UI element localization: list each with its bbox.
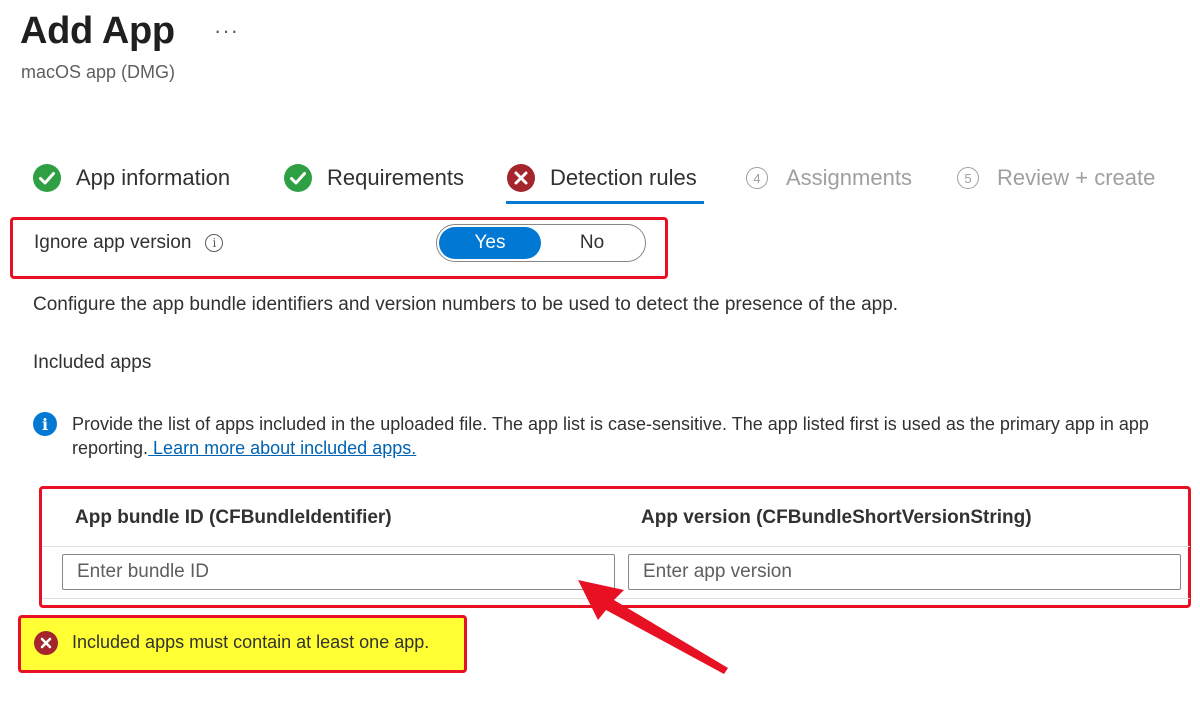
error-circle-icon [34, 631, 58, 655]
validation-error-message: Included apps must contain at least one … [72, 632, 430, 652]
checkmark-circle-icon [32, 163, 62, 193]
ignore-version-toggle[interactable]: Yes No [436, 224, 646, 262]
step-review-create[interactable]: 5 Review + create [953, 160, 1155, 196]
column-header-bundle-id: App bundle ID (CFBundleIdentifier) [75, 507, 392, 528]
page-subtitle: macOS app (DMG) [21, 62, 176, 82]
info-icon[interactable]: i [205, 234, 224, 252]
column-header-app-version: App version (CFBundleShortVersionString) [641, 507, 1032, 528]
step-detection-rules[interactable]: Detection rules [506, 160, 697, 196]
step-number-icon: 5 [953, 163, 983, 193]
step-label: Review + create [997, 165, 1156, 190]
step-requirements[interactable]: Requirements [283, 160, 464, 196]
step-assignments[interactable]: 4 Assignments [742, 160, 912, 196]
step-number-icon: 4 [742, 163, 772, 193]
step-label: Assignments [786, 165, 912, 190]
description-text: Configure the app bundle identifiers and… [33, 294, 899, 315]
step-app-information[interactable]: App information [32, 160, 230, 196]
included-apps-heading: Included apps [33, 352, 152, 373]
included-apps-info: Provide the list of apps included in the… [72, 414, 1149, 458]
bundle-id-input[interactable] [62, 554, 615, 590]
toggle-option-yes[interactable]: Yes [439, 227, 541, 259]
ignore-version-label: Ignore app version i [34, 232, 224, 254]
step-label: App information [76, 165, 231, 190]
step-label: Detection rules [550, 165, 697, 190]
table-divider [42, 546, 1190, 547]
step-label: Requirements [327, 165, 464, 190]
info-icon: i [33, 412, 57, 436]
page-title: Add App [20, 10, 175, 52]
more-options-button[interactable]: ··· [214, 18, 239, 44]
annotation-arrow [578, 580, 728, 674]
learn-more-link[interactable]: Learn more about included apps. [148, 438, 416, 458]
toggle-option-no[interactable]: No [541, 227, 643, 259]
active-step-indicator [506, 201, 704, 204]
checkmark-circle-icon [283, 163, 313, 193]
error-circle-icon [506, 163, 536, 193]
